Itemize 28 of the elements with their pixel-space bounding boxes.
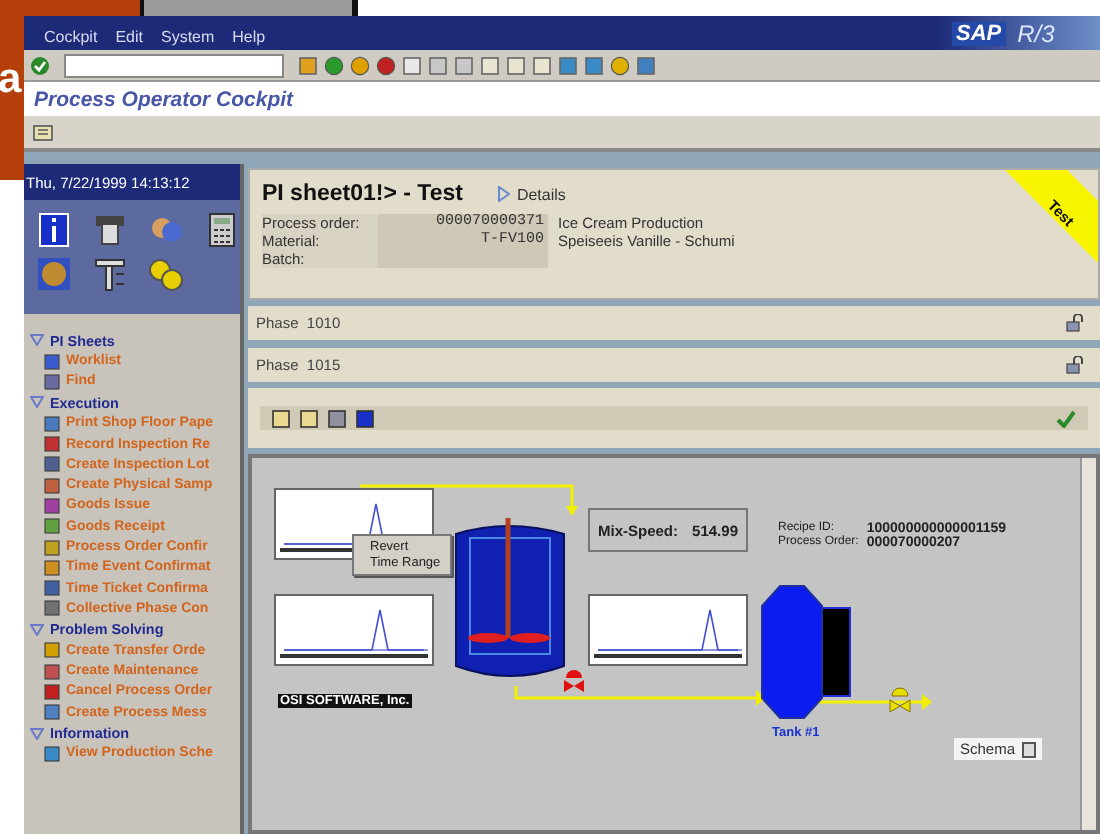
- menu-item[interactable]: Edit: [115, 28, 143, 50]
- scrollbar[interactable]: [1080, 458, 1096, 830]
- collapse-icon[interactable]: [30, 396, 44, 409]
- menu-item[interactable]: System: [160, 28, 215, 50]
- sheet-title: PI sheet01!> - Test: [262, 182, 463, 206]
- brand-logo: SAP: [952, 21, 1006, 45]
- brand-version: R/3: [1017, 19, 1055, 47]
- enter-icon[interactable]: [30, 55, 50, 75]
- collapse-icon[interactable]: [30, 727, 44, 739]
- details-button[interactable]: Details: [486, 183, 578, 205]
- menu-item[interactable]: Help: [232, 28, 266, 50]
- info-icon[interactable]: [36, 212, 72, 248]
- menu-item[interactable]: Cockpit: [44, 28, 98, 50]
- check-icon[interactable]: [1056, 409, 1076, 427]
- valve-icon: [564, 670, 584, 692]
- item-icon: [44, 745, 60, 762]
- collapse-icon[interactable]: [30, 334, 44, 347]
- lock-icon[interactable]: [1066, 356, 1084, 374]
- lock-icon[interactable]: [1066, 314, 1084, 332]
- triangle-icon: [498, 186, 511, 202]
- calculator-icon[interactable]: [204, 212, 240, 248]
- pipe: [812, 694, 932, 710]
- tank-drawing: [761, 585, 851, 719]
- valve-icon: [889, 687, 911, 712]
- tool-icon[interactable]: [92, 256, 128, 292]
- app-title: Process Operator Cockpit: [34, 87, 294, 111]
- collapse-icon[interactable]: [30, 623, 44, 636]
- command-field[interactable]: [64, 53, 284, 77]
